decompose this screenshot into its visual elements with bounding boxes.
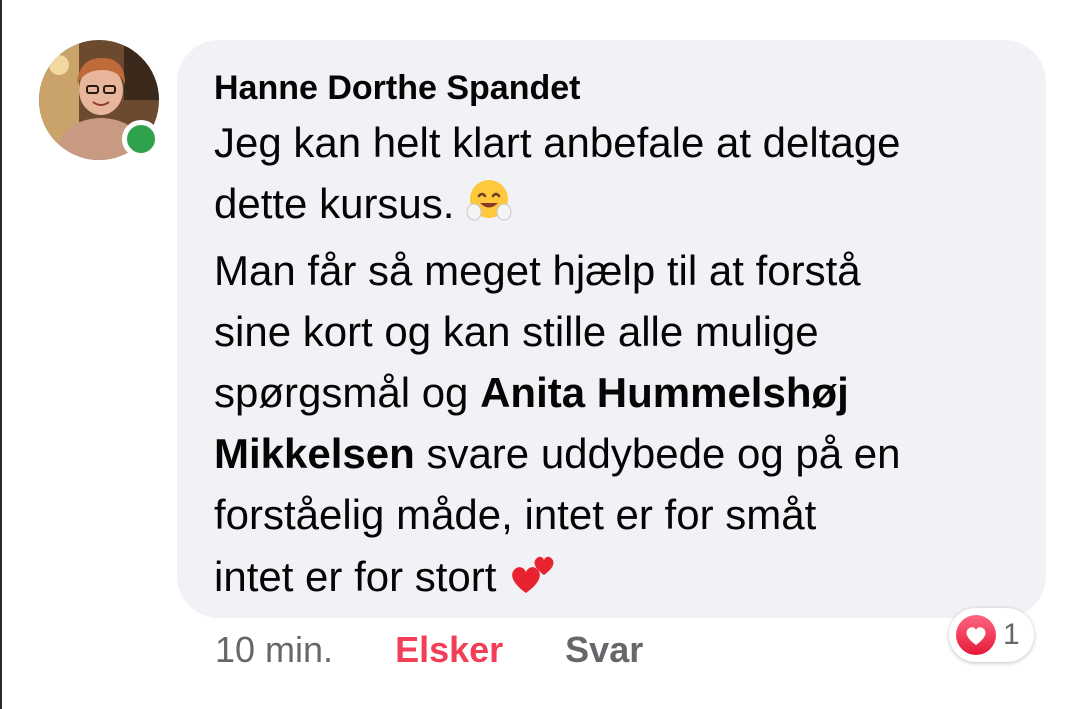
love-reaction-icon xyxy=(956,615,996,655)
comment-line: sine kort og kan stille alle mulige xyxy=(214,308,819,355)
mention-link[interactable]: Mikkelsen xyxy=(214,430,415,477)
comment-author[interactable]: Hanne Dorthe Spandet xyxy=(214,66,1016,110)
comment-line-text: spørgsmål og xyxy=(214,369,481,416)
comment-timestamp[interactable]: 10 min. xyxy=(215,629,333,671)
comment-container: Hanne Dorthe Spandet Jeg kan helt klart … xyxy=(0,0,1080,709)
online-status-icon xyxy=(122,120,160,158)
comment-actions: 10 min. Elsker Svar xyxy=(215,625,643,675)
mention-link[interactable]: Anita Hummelshøj xyxy=(480,369,849,416)
comment-line-text: intet er for stort xyxy=(214,553,497,600)
comment-line: spørgsmål og Anita Hummelshøj xyxy=(214,362,1024,423)
love-reaction-button[interactable]: Elsker xyxy=(395,629,503,671)
reply-button[interactable]: Svar xyxy=(565,629,643,671)
comment-line-text: dette kursus. xyxy=(214,180,455,227)
comment-line: Man får så meget hjælp til at forstå xyxy=(214,247,861,294)
comment-line: Jeg kan helt klart anbefale at deltage xyxy=(214,119,901,166)
two-hearts-emoji-icon xyxy=(508,545,560,613)
comment-line: Mikkelsen svare uddybede og på en xyxy=(214,423,1024,484)
comment-text: Jeg kan helt klart anbefale at deltage d… xyxy=(214,112,1024,613)
comment-line: dette kursus. xyxy=(214,173,1024,240)
hugging-face-emoji-icon xyxy=(466,178,512,240)
comment-line-text: svare uddybede og på en xyxy=(414,430,901,477)
comment-bubble[interactable]: Hanne Dorthe Spandet Jeg kan helt klart … xyxy=(177,40,1046,618)
reaction-count: 1 xyxy=(1003,618,1020,651)
comment-line: forståelig måde, intet er for småt xyxy=(214,491,817,538)
comment-line: intet er for stort xyxy=(214,545,1024,613)
reaction-summary[interactable]: 1 xyxy=(949,608,1034,662)
